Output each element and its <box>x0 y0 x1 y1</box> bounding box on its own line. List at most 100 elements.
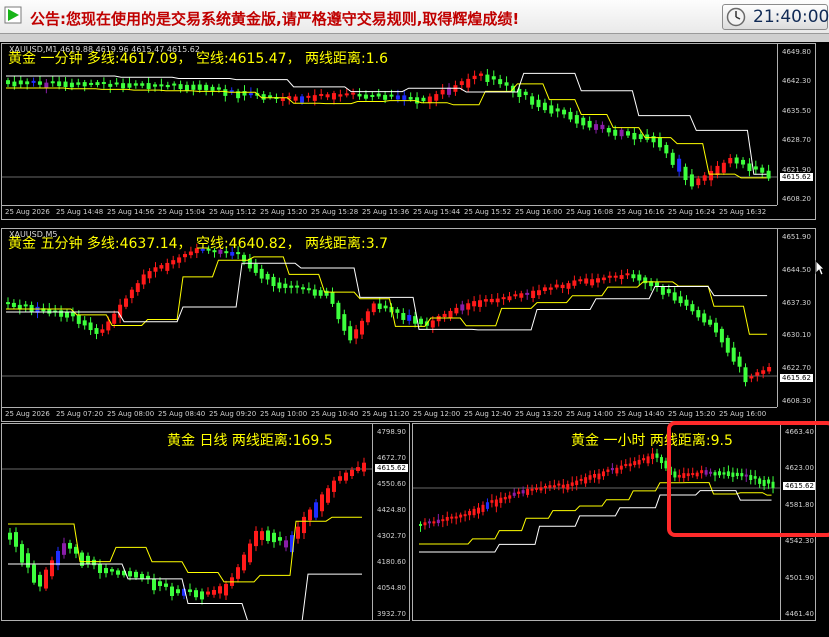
candle <box>483 299 488 302</box>
candle <box>407 315 412 321</box>
candle <box>601 471 605 477</box>
slow-line <box>8 563 362 620</box>
candle <box>554 284 559 288</box>
time-tick: 25 Aug 14:00 <box>566 410 614 418</box>
candle <box>728 157 733 164</box>
candle <box>20 544 24 563</box>
candle <box>370 94 375 97</box>
highlight-box <box>667 421 829 537</box>
candle <box>459 81 464 85</box>
candle <box>432 521 436 524</box>
candle <box>543 485 547 488</box>
candle <box>508 495 512 499</box>
candle <box>376 93 381 97</box>
candle <box>26 553 30 568</box>
candle <box>177 257 182 263</box>
candle <box>761 370 766 374</box>
price-tick: 4651.90 <box>782 233 811 241</box>
candle <box>619 465 623 470</box>
candle <box>129 289 134 299</box>
time-tick: 25 Aug 10:40 <box>311 410 359 418</box>
candle <box>153 84 158 87</box>
candle <box>210 86 215 91</box>
candle <box>302 516 306 534</box>
candle <box>536 99 541 108</box>
candle <box>62 543 66 555</box>
chart-area-m1[interactable] <box>2 44 777 205</box>
notice-text: 公告:您现在使用的是交易系统黄金版,请严格遵守交易规则,取得辉煌成绩! <box>30 10 520 28</box>
candle <box>651 136 656 143</box>
price-scale: 4651.90 4644.50 4637.30 4630.10 4622.70 4608.… <box>777 229 815 407</box>
candle <box>389 94 394 97</box>
candle <box>734 157 739 164</box>
price-tick: 4542.30 <box>785 537 814 546</box>
candle <box>737 356 742 367</box>
time-tick: 25 Aug 16:08 <box>566 208 614 216</box>
chart-header: 黄金 日线 两线距离:169.5 <box>167 433 333 449</box>
candle <box>326 488 330 503</box>
candle <box>535 487 539 490</box>
candle <box>448 310 453 318</box>
candle <box>32 564 36 583</box>
candle <box>354 329 359 339</box>
candle <box>266 530 270 541</box>
candle <box>176 589 180 594</box>
chart-area-d1[interactable] <box>2 424 372 620</box>
candle <box>23 304 28 307</box>
candle <box>590 279 595 286</box>
chart-panel-m5[interactable]: XAUUSD,M5 黄金 五分钟 多线:4637.14， 空线:4640.82，… <box>1 228 816 422</box>
candle <box>159 84 164 87</box>
candle <box>570 482 574 486</box>
chart-panel-d1[interactable]: 黄金 日线 两线距离:169.5 4798.90 4672.70 4550.60 44… <box>1 423 410 621</box>
candle <box>613 275 618 278</box>
candle <box>108 83 113 87</box>
candle <box>633 461 637 466</box>
time-tick: 25 Aug 08:00 <box>107 410 155 418</box>
candle <box>606 469 610 472</box>
chart-panel-m1[interactable]: XAUUSD,M1 4619.88 4619.96 4615.47 4615.6… <box>1 43 816 220</box>
candle <box>575 480 579 486</box>
chart-area-m5[interactable] <box>2 229 777 407</box>
candle <box>197 84 202 90</box>
candle <box>560 284 565 289</box>
candle <box>566 484 570 490</box>
candle <box>344 93 349 96</box>
candle <box>572 280 577 286</box>
clock-icon <box>726 7 746 27</box>
candle <box>350 469 354 477</box>
candle <box>638 134 643 140</box>
candle <box>56 550 60 566</box>
candle <box>37 81 42 85</box>
candle <box>295 285 300 288</box>
candle <box>153 267 158 272</box>
candle <box>338 94 343 97</box>
candle <box>743 367 748 383</box>
price-tick: 4461.40 <box>785 610 814 618</box>
candle <box>525 292 530 295</box>
candle <box>306 288 311 291</box>
candle <box>610 468 614 471</box>
price-tick: 4628.70 <box>782 136 811 145</box>
candle <box>301 287 305 290</box>
candle <box>526 488 530 495</box>
time-tick: 25 Aug 15:12 <box>209 208 257 216</box>
candle <box>574 115 579 124</box>
candle <box>719 328 724 343</box>
candle <box>655 453 659 458</box>
candle <box>362 462 366 472</box>
candle <box>76 82 81 85</box>
candle <box>491 76 496 80</box>
slow-line <box>6 72 767 175</box>
candle <box>760 167 765 173</box>
candle <box>477 507 481 514</box>
candle <box>383 94 388 100</box>
time-tick: 25 Aug 08:40 <box>158 410 206 418</box>
time-scale: 25 Aug 2026 25 Aug 07:20 25 Aug 08:00 25 Au… <box>2 407 777 421</box>
price-scale: 4649.80 4642.30 4635.50 4628.70 4621.90 4608.… <box>777 44 815 205</box>
candle <box>110 569 114 572</box>
candle <box>600 124 605 130</box>
candle <box>194 590 198 598</box>
candle <box>254 530 258 547</box>
candle <box>325 94 330 98</box>
candle <box>164 583 168 587</box>
